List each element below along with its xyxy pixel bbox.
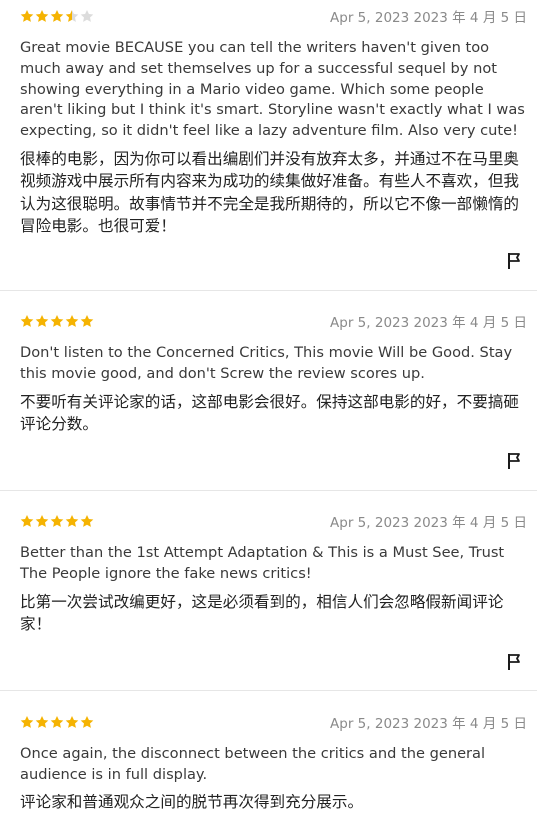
star-icon — [50, 314, 64, 328]
star-icon — [35, 715, 49, 729]
flag-icon — [508, 253, 520, 269]
star-icon — [50, 514, 64, 528]
star-icon — [65, 9, 79, 23]
review-card: Apr 5, 2023 2023 年 4 月 5 日 Once again, t… — [0, 691, 537, 823]
review-text-chinese: 很棒的电影，因为你可以看出编剧们并没有放弃太多，并通过不在马里奥视频游戏中展示所… — [20, 150, 520, 236]
star-icon — [65, 514, 79, 528]
review-text-chinese: 评论家和普通观众之间的脱节再次得到充分展示。 — [20, 793, 364, 811]
star-icon — [35, 314, 49, 328]
report-flag-button[interactable] — [507, 653, 521, 671]
review-text-chinese: 不要听有关评论家的话，这部电影会很好。保持这部电影的好，不要搞砸评论分数。 — [20, 393, 520, 434]
report-flag-button[interactable] — [507, 252, 521, 270]
review-text-english: Don't listen to the Concerned Critics, T… — [20, 344, 513, 382]
star-icon — [65, 715, 79, 729]
star-rating — [20, 9, 94, 25]
star-icon — [20, 715, 34, 729]
review-card: Apr 5, 2023 2023 年 4 月 5 日 Great movie B… — [0, 0, 537, 291]
review-date: Apr 5, 2023 2023 年 4 月 5 日 — [330, 515, 527, 531]
flag-icon — [508, 654, 520, 670]
star-icon — [80, 314, 94, 328]
report-flag-button[interactable] — [507, 452, 521, 470]
star-icon — [50, 9, 64, 23]
star-icon — [80, 514, 94, 528]
review-date: Apr 5, 2023 2023 年 4 月 5 日 — [330, 315, 527, 331]
review-text-english: Better than the 1st Attempt Adaptation &… — [20, 544, 505, 582]
flag-icon — [508, 453, 520, 469]
star-rating — [20, 715, 94, 731]
star-icon — [20, 514, 34, 528]
star-icon — [20, 314, 34, 328]
review-date: Apr 5, 2023 2023 年 4 月 5 日 — [330, 10, 527, 26]
star-icon — [35, 9, 49, 23]
reviews-list: Apr 5, 2023 2023 年 4 月 5 日 Great movie B… — [0, 0, 537, 823]
star-icon — [80, 9, 94, 23]
review-card: Apr 5, 2023 2023 年 4 月 5 日 Better than t… — [0, 491, 537, 691]
review-text-english: Once again, the disconnect between the c… — [20, 745, 486, 783]
star-rating — [20, 514, 94, 530]
review-date: Apr 5, 2023 2023 年 4 月 5 日 — [330, 716, 527, 732]
review-card: Apr 5, 2023 2023 年 4 月 5 日 Don't listen … — [0, 291, 537, 491]
star-icon — [80, 715, 94, 729]
star-icon — [35, 514, 49, 528]
review-text-english: Great movie BECAUSE you can tell the wri… — [20, 39, 525, 140]
star-icon — [65, 314, 79, 328]
review-text-chinese: 比第一次尝试改编更好，这是必须看到的，相信人们会忽略假新闻评论家！ — [20, 593, 504, 634]
star-icon — [20, 9, 34, 23]
star-icon — [50, 715, 64, 729]
star-rating — [20, 314, 94, 330]
